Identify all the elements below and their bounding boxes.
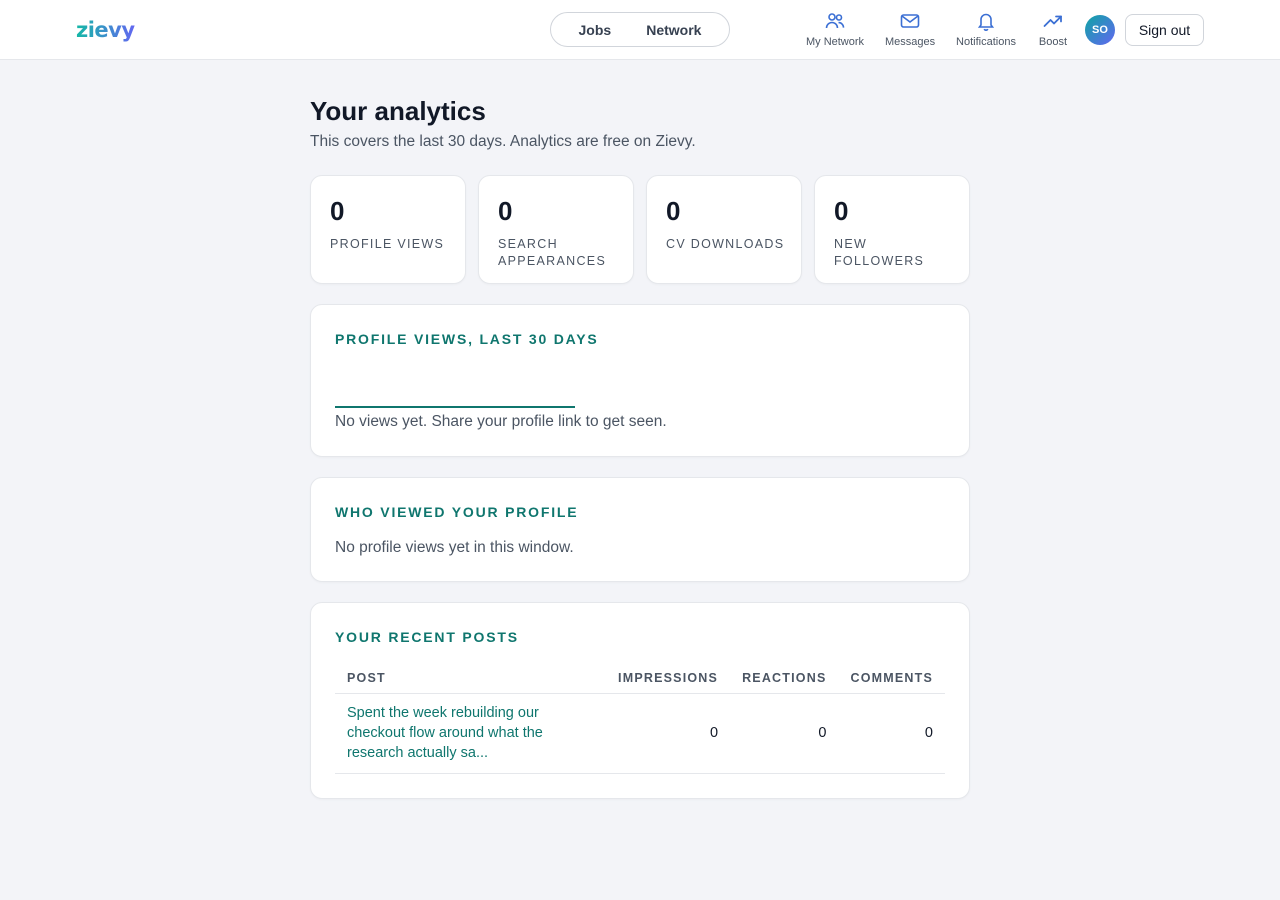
stat-card-search-appearances: 0 Search appearances (478, 175, 634, 284)
recent-posts-table: Post Impressions Reactions Comments Spen… (335, 663, 945, 774)
stat-value: 0 (666, 196, 681, 226)
nav-label: My Network (805, 36, 865, 48)
user-avatar[interactable]: SO (1085, 15, 1115, 45)
stat-card-new-followers: 0 New followers (814, 175, 970, 284)
page-title: Your analytics (310, 96, 486, 126)
column-header-reactions: Reactions (730, 663, 839, 694)
card-title: Who viewed your profile (335, 504, 579, 520)
stat-label: New followers (834, 237, 925, 268)
post-link[interactable]: Spent the week rebuilding our checkout f… (335, 693, 607, 774)
page-subtitle: This covers the last 30 days. Analytics … (310, 133, 696, 150)
people-icon (825, 10, 845, 32)
comments-count: 0 (838, 693, 945, 774)
nav-label: Notifications (956, 36, 1016, 48)
card-title: Profile views, last 30 days (335, 331, 599, 347)
profile-views-chart-card: Profile views, last 30 days No views yet… (310, 304, 970, 457)
top-navigation-bar: zievy Jobs Network My Network Messages N… (0, 0, 1280, 60)
reactions-count: 0 (730, 693, 839, 774)
stat-value: 0 (834, 196, 849, 226)
views-chart-baseline (335, 406, 575, 408)
empty-state-text: No profile views yet in this window. (335, 539, 574, 556)
table-header-row: Post Impressions Reactions Comments (335, 663, 945, 694)
stat-card-cv-downloads: 0 CV downloads (646, 175, 802, 284)
nav-messages[interactable]: Messages (885, 10, 935, 52)
jobs-tab[interactable]: Jobs (579, 22, 612, 38)
nav-my-network[interactable]: My Network (804, 10, 866, 52)
table-row: Spent the week rebuilding our checkout f… (335, 693, 945, 774)
stats-row: 0 Profile views 0 Search appearances 0 C… (310, 175, 970, 284)
bell-icon (977, 10, 995, 32)
envelope-icon (900, 10, 920, 32)
nav-label: Messages (884, 36, 936, 48)
stat-label: CV downloads (666, 237, 785, 251)
nav-label: Boost (1038, 36, 1068, 48)
stat-card-profile-views: 0 Profile views (310, 175, 466, 284)
nav-notifications[interactable]: Notifications (954, 10, 1018, 52)
recent-posts-card: Your recent posts Post Impressions React… (310, 602, 970, 799)
zievy-logo[interactable]: zievy (76, 18, 135, 42)
column-header-impressions: Impressions (606, 663, 731, 694)
stat-label: Search appearances (498, 237, 607, 268)
sign-out-button[interactable]: Sign out (1125, 14, 1204, 46)
jobs-network-switch: Jobs Network (550, 12, 730, 47)
column-header-comments: Comments (838, 663, 945, 694)
stat-value: 0 (498, 196, 513, 226)
network-tab[interactable]: Network (646, 22, 701, 38)
column-header-post: Post (335, 663, 607, 694)
card-title: Your recent posts (335, 629, 519, 645)
stat-label: Profile views (330, 237, 445, 251)
impressions-count: 0 (606, 693, 731, 774)
trend-up-icon (1043, 10, 1063, 32)
stat-value: 0 (330, 196, 345, 226)
nav-boost[interactable]: Boost (1037, 10, 1069, 52)
empty-state-text: No views yet. Share your profile link to… (335, 413, 667, 430)
profile-viewers-card: Who viewed your profile No profile views… (310, 477, 970, 582)
